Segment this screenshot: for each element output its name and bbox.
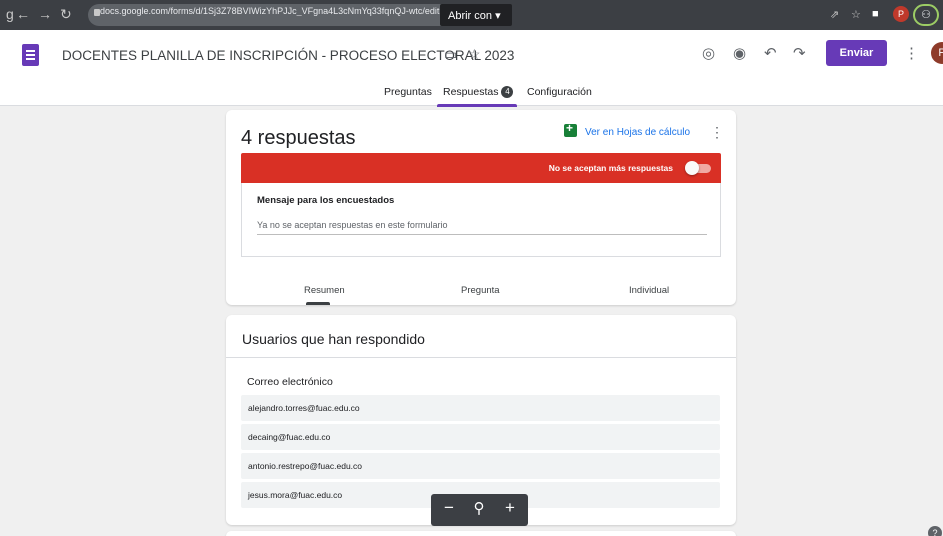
back-icon[interactable]: ←	[16, 6, 30, 22]
star-outline-icon[interactable]: ☆	[468, 46, 481, 63]
list-item: decaing@fuac.edu.co	[241, 424, 720, 450]
tab-edge-icon: g	[6, 6, 14, 22]
send-button[interactable]: Enviar	[826, 40, 887, 66]
subtab-individual[interactable]: Individual	[629, 285, 669, 296]
next-card	[226, 531, 736, 536]
redo-icon[interactable]: ↷	[793, 44, 806, 62]
forms-logo-icon[interactable]	[22, 44, 39, 66]
email-value: antonio.restrepo@fuac.edu.co	[248, 461, 363, 471]
message-title: Mensaje para los encuestados	[257, 195, 395, 206]
responses-card: 4 respuestas Ver en Hojas de cálculo ⋮ N…	[226, 110, 736, 305]
undo-icon[interactable]: ↶	[764, 44, 777, 62]
subtab-resumen[interactable]: Resumen	[304, 285, 345, 296]
browser-profile-icon[interactable]: P	[893, 6, 909, 22]
respondents-title: Usuarios que han respondido	[242, 331, 425, 347]
email-value: jesus.mora@fuac.edu.co	[248, 490, 343, 500]
responses-more-icon[interactable]: ⋮	[710, 124, 724, 141]
star-icon[interactable]: ☆	[851, 8, 861, 21]
tab-respuestas-label: Respuestas	[443, 86, 499, 98]
email-column-header: Correo electrónico	[247, 376, 333, 388]
active-tab-indicator	[437, 104, 517, 107]
list-item: alejandro.torres@fuac.edu.co	[241, 395, 720, 421]
open-with-button[interactable]: Abrir con ▾	[440, 4, 512, 26]
tab-respuestas[interactable]: Respuestas 4	[443, 86, 514, 98]
add-account-icon[interactable]: ⚇	[913, 4, 939, 26]
respondent-message-box: Mensaje para los encuestados Ya no se ac…	[241, 183, 721, 257]
closed-banner: No se aceptan más respuestas	[241, 153, 721, 183]
tab-preguntas[interactable]: Preguntas	[384, 86, 432, 98]
accepting-responses-label: No se aceptan más respuestas	[548, 163, 673, 173]
url-text[interactable]: docs.google.com/forms/d/1Sj3Z78BVIWizYhP…	[100, 6, 440, 16]
form-tabs: Preguntas Respuestas 4 Configuración	[0, 82, 943, 107]
email-value: alejandro.torres@fuac.edu.co	[248, 403, 360, 413]
view-in-sheets-link[interactable]: Ver en Hojas de cálculo	[564, 121, 691, 138]
avatar[interactable]: P	[931, 42, 943, 64]
forms-header: DOCENTES PLANILLA DE INSCRIPCIÓN - PROCE…	[0, 30, 943, 107]
view-in-sheets-label: Ver en Hojas de cálculo	[585, 127, 691, 138]
list-item: antonio.restrepo@fuac.edu.co	[241, 453, 720, 479]
more-vert-icon[interactable]: ⋮	[904, 44, 919, 62]
zoom-out-icon[interactable]: −	[439, 498, 459, 518]
forward-icon[interactable]: →	[38, 6, 52, 22]
share-icon[interactable]: ⇗	[830, 8, 839, 21]
palette-icon[interactable]: ◎	[702, 44, 715, 62]
reload-icon[interactable]: ↻	[60, 6, 72, 23]
email-value: decaing@fuac.edu.co	[248, 432, 331, 442]
browser-toolbar: g ← → ↻ docs.google.com/forms/d/1Sj3Z78B…	[0, 0, 943, 30]
zoom-search-icon[interactable]: ⚲	[469, 499, 489, 517]
zoom-in-icon[interactable]: +	[500, 498, 520, 518]
responses-count-badge: 4	[501, 86, 514, 98]
divider	[226, 357, 736, 358]
responses-count: 4 respuestas	[241, 127, 356, 149]
zoom-controls: − ⚲ +	[431, 494, 528, 526]
subtab-active-indicator	[306, 302, 330, 305]
folder-icon[interactable]: ▭	[444, 46, 457, 63]
message-underline	[257, 234, 707, 235]
toggle-knob[interactable]	[685, 161, 699, 175]
extensions-icon[interactable]: ■	[872, 8, 879, 20]
subtab-pregunta[interactable]: Pregunta	[461, 285, 500, 296]
tab-configuracion[interactable]: Configuración	[527, 86, 592, 98]
help-icon[interactable]: ?	[928, 526, 942, 536]
accepting-responses-toggle[interactable]	[685, 161, 711, 175]
preview-eye-icon[interactable]: ◉	[733, 44, 746, 62]
sheets-icon	[564, 121, 577, 137]
message-input[interactable]: Ya no se aceptan respuestas en este form…	[257, 220, 447, 230]
